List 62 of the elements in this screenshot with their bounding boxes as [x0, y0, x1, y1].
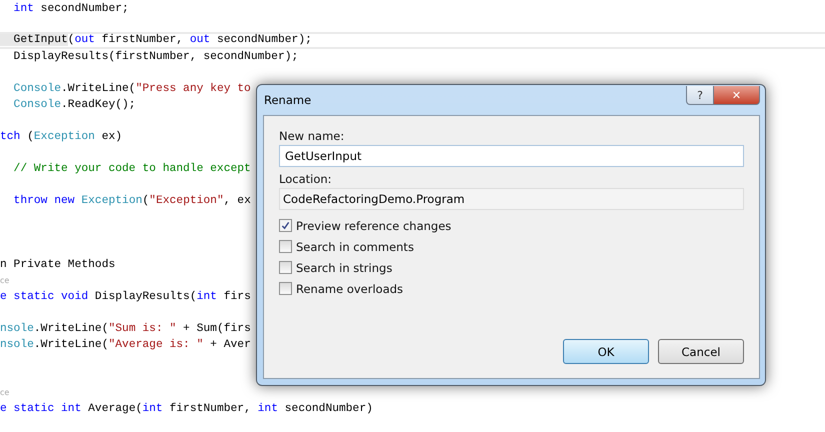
ok-button[interactable]: OK [563, 339, 649, 364]
location-field: CodeRefactoringDemo.Program [279, 188, 744, 210]
code-text: Exception [34, 131, 95, 143]
checkbox[interactable] [279, 219, 292, 232]
code-text: ( [68, 34, 75, 46]
code-text: Console [12, 99, 62, 111]
code-text: int [12, 3, 34, 15]
code-text: Console [12, 83, 62, 95]
code-text: // Write your code to handle except [12, 163, 251, 175]
code-text: void [60, 291, 88, 303]
code-text: e static [0, 291, 54, 303]
code-text: "Sum is: " [108, 323, 176, 335]
code-text: firstNumber, [100, 34, 184, 46]
code-text: .ReadKey(); [61, 99, 136, 111]
code-text: + Aver [209, 339, 251, 351]
code-text: int [196, 291, 217, 303]
help-button[interactable]: ? [686, 86, 714, 105]
code-text: out [190, 34, 210, 46]
code-text: nsole [0, 323, 34, 335]
code-text: .WriteLine( [61, 83, 136, 95]
code-text: .WriteLine( [34, 339, 108, 351]
code-text: int [142, 403, 163, 415]
code-text: secondNumber); [216, 34, 312, 46]
code-text: firs [222, 291, 251, 303]
code-text: secondNumber) [284, 403, 373, 415]
cancel-button[interactable]: Cancel [658, 339, 744, 364]
code-text: .WriteLine( [34, 323, 108, 335]
code-text: , ex [224, 195, 251, 207]
code-text: secondNumber; [40, 3, 129, 15]
checkbox-label: Search in strings [296, 260, 392, 274]
checkbox-label: Preview reference changes [296, 218, 452, 232]
checkbox[interactable] [279, 282, 292, 295]
code-text: n Private Methods [0, 259, 116, 271]
code-text: DisplayResults(firstNumber, secondNumber); [12, 51, 298, 63]
code-text: e static [0, 403, 54, 415]
name-input-field[interactable]: GetUserInput [279, 145, 744, 167]
code-text: tch [0, 131, 20, 143]
checkbox-label: Search in comments [296, 240, 414, 254]
code-text: ex) [100, 131, 122, 143]
code-text: ( [142, 195, 150, 207]
code-text: GetInput [0, 34, 68, 46]
code-text: throw [12, 195, 48, 207]
code-text: "Average is: " [108, 339, 204, 351]
code-text: "Press any key to [136, 83, 251, 95]
code-text: new [53, 195, 75, 207]
code-text: ( [26, 131, 34, 143]
code-text: int [60, 403, 82, 415]
field-label: Location: [279, 172, 333, 186]
code-text: + Sum(firs [182, 323, 251, 335]
code-text: "Exception" [149, 195, 224, 207]
code-text: int [258, 403, 278, 415]
checkbox-label: Rename overloads [296, 282, 404, 296]
code-text: Exception [80, 195, 142, 207]
code-text: out [74, 34, 95, 46]
code-text: firstNumber, [168, 403, 252, 415]
dialog-title: Rename [264, 93, 312, 107]
field-label: New name: [279, 129, 346, 143]
code-text: nsole [0, 339, 34, 351]
code-text: DisplayResults( [94, 291, 197, 303]
checkbox[interactable] [279, 240, 292, 253]
checkbox[interactable] [279, 261, 292, 274]
code-text: Average( [87, 403, 142, 415]
